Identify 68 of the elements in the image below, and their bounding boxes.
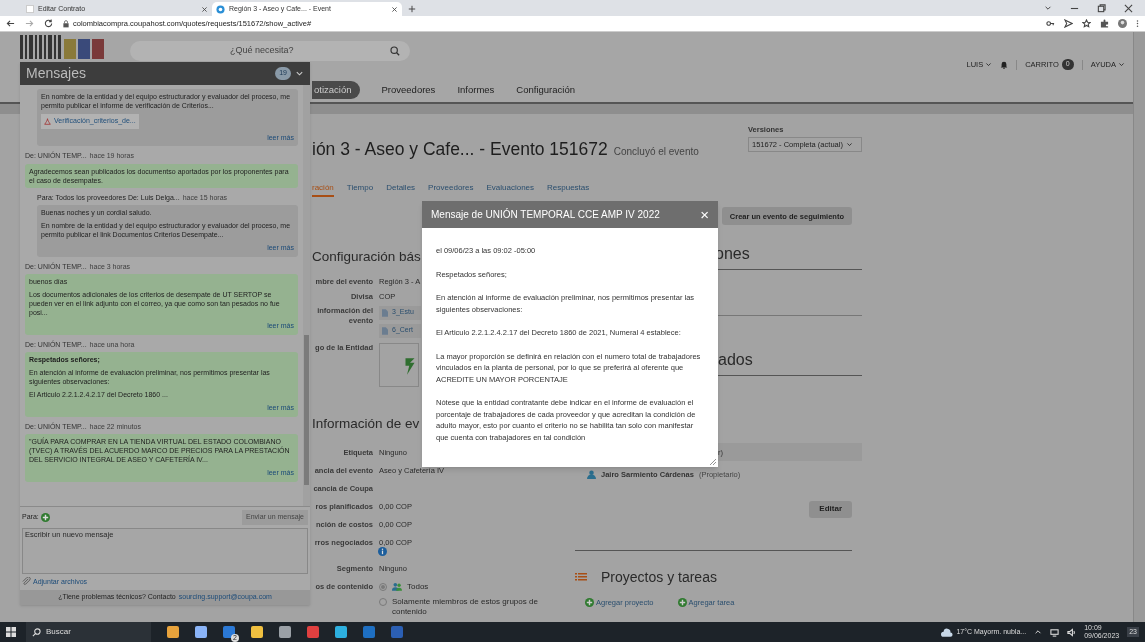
- section-tab[interactable]: Evaluaciones: [486, 182, 535, 198]
- reload-icon[interactable]: [44, 19, 53, 28]
- key-icon[interactable]: [1046, 19, 1055, 28]
- resize-handle[interactable]: [710, 459, 716, 465]
- taskbar-search[interactable]: Buscar: [26, 622, 151, 642]
- scrollbar[interactable]: [303, 85, 310, 506]
- maximize-icon[interactable]: [1097, 3, 1106, 13]
- star-icon[interactable]: [1082, 19, 1091, 28]
- profile-icon[interactable]: [1118, 19, 1127, 28]
- section-heading: Configuración bás: [312, 248, 421, 267]
- page-icon: [26, 5, 34, 13]
- search-placeholder: Buscar: [46, 626, 71, 638]
- section-heading: Proyectos y tareas: [601, 567, 717, 587]
- plus-icon: [585, 597, 594, 607]
- section-tab[interactable]: Proveedores: [428, 182, 474, 198]
- section-tab[interactable]: Tiempo: [346, 182, 374, 198]
- paperclip-icon: [22, 577, 31, 587]
- collapse-icon[interactable]: [295, 69, 304, 78]
- add-recipient-icon[interactable]: [40, 512, 50, 522]
- nav-tab[interactable]: Proveedores: [381, 82, 436, 98]
- section-tab[interactable]: Respuestas: [547, 182, 590, 198]
- app-icon[interactable]: [307, 626, 319, 638]
- puzzle-icon[interactable]: [1100, 19, 1109, 28]
- close-button[interactable]: ×: [700, 207, 709, 222]
- caret-icon: [845, 141, 853, 149]
- list-icon: [575, 573, 587, 581]
- bell-icon[interactable]: [1000, 60, 1009, 69]
- back-arrow-icon[interactable]: [6, 19, 15, 28]
- send-icon[interactable]: [1064, 19, 1073, 28]
- site-icon: [216, 4, 225, 14]
- caret-icon: [985, 61, 993, 69]
- nav-tab[interactable]: Informes: [457, 82, 495, 98]
- app-icon[interactable]: [251, 626, 263, 638]
- search-icon[interactable]: [390, 46, 400, 56]
- start-button[interactable]: [6, 627, 16, 637]
- caret-icon: [1118, 61, 1125, 69]
- person-icon: [587, 470, 596, 480]
- close-icon[interactable]: [201, 5, 208, 13]
- lock-icon: [63, 19, 69, 28]
- radio-label: Solamente miembros de estos grupos de contenido: [392, 596, 539, 617]
- chevron-icon[interactable]: [1044, 4, 1052, 12]
- close-icon[interactable]: [1124, 3, 1133, 13]
- close-icon[interactable]: [391, 5, 398, 13]
- menu-icon[interactable]: [1136, 19, 1139, 28]
- app-icon[interactable]: [279, 626, 291, 638]
- event-title: ión 3 - Aseo y Cafe... - Evento 151672: [312, 138, 608, 161]
- app-icon[interactable]: [335, 626, 347, 638]
- nav-tab[interactable]: otización: [312, 80, 360, 100]
- event-status: Concluyó el evento: [613, 145, 699, 159]
- search-icon: [32, 627, 41, 637]
- nav-tab[interactable]: Configuración: [516, 82, 575, 98]
- search-field[interactable]: ¿Qué necesita?: [130, 41, 410, 61]
- caret-icon[interactable]: [1034, 628, 1043, 636]
- info-icon[interactable]: [378, 546, 387, 556]
- section-tab[interactable]: Detalles: [386, 182, 416, 198]
- cloud-icon: [941, 627, 954, 637]
- edit-button[interactable]: Editar: [809, 500, 852, 518]
- section-heading: Información de ev: [312, 414, 420, 433]
- plus-icon: [677, 597, 687, 607]
- panel-title: Mensajes: [26, 64, 86, 83]
- app-icon[interactable]: [195, 626, 207, 638]
- scrollbar[interactable]: [1133, 32, 1145, 622]
- speaker-icon[interactable]: [1067, 627, 1077, 637]
- new-tab-icon[interactable]: [408, 5, 416, 13]
- app-icon[interactable]: [167, 626, 179, 638]
- radio-label: Todos: [407, 581, 430, 592]
- group-icon: [392, 581, 402, 591]
- dialog-title: Mensaje de UNIÓN TEMPORAL CCE AMP IV 2022: [431, 207, 660, 222]
